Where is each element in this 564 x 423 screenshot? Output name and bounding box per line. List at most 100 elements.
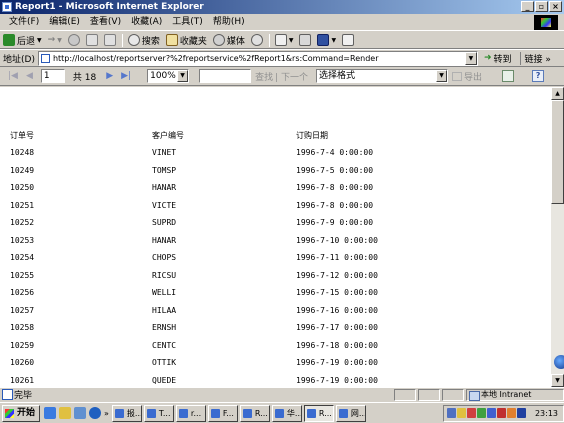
zoom-select[interactable]: 100% ▼ bbox=[147, 69, 190, 83]
search-label: 搜索 bbox=[141, 36, 160, 47]
help-icon[interactable]: ? bbox=[532, 70, 545, 82]
customer-id-cell: HANAR bbox=[152, 183, 177, 192]
network-tray-icon[interactable] bbox=[446, 408, 456, 418]
mail-button[interactable]: ▼ bbox=[274, 34, 293, 46]
forward-button[interactable]: → ▼ bbox=[48, 35, 62, 45]
export-format-select[interactable]: 选择格式 ▼ bbox=[316, 69, 449, 83]
minimize-button[interactable]: _ bbox=[521, 1, 534, 12]
refresh-button[interactable] bbox=[85, 34, 98, 46]
menu-view[interactable]: 查看(V) bbox=[85, 15, 126, 30]
word-icon bbox=[317, 34, 330, 46]
print-button[interactable] bbox=[299, 34, 312, 46]
home-button[interactable] bbox=[103, 34, 116, 46]
taskbar: 开始 » 报... T... r... F... R... 华... R... … bbox=[0, 402, 564, 423]
tray-icon[interactable] bbox=[506, 408, 516, 418]
links-button[interactable]: 链接 » bbox=[519, 51, 551, 65]
close-button[interactable]: × bbox=[549, 1, 562, 12]
forward-dropdown-icon[interactable]: ▼ bbox=[57, 37, 62, 44]
address-label: 地址(D) bbox=[3, 54, 35, 65]
address-input[interactable]: http://localhost/reportserver?%2freports… bbox=[37, 50, 478, 66]
order-id-cell: 10261 bbox=[10, 375, 35, 385]
input-method-icon[interactable] bbox=[516, 408, 526, 418]
header-order-id: 订单号 bbox=[10, 131, 34, 140]
taskbar-button[interactable]: 报... bbox=[111, 404, 142, 422]
taskbar-button[interactable]: 网... bbox=[335, 404, 366, 422]
format-dropdown-icon[interactable]: ▼ bbox=[436, 70, 448, 82]
maximize-button[interactable]: ▫ bbox=[535, 1, 548, 12]
menu-favorites[interactable]: 收藏(A) bbox=[126, 15, 167, 30]
order-date-cell: 1996-7-4 0:00:00 bbox=[296, 148, 374, 157]
status-segment bbox=[418, 388, 440, 401]
quicklaunch-more[interactable]: » bbox=[104, 409, 109, 418]
vertical-scrollbar[interactable]: ▲ ▼ bbox=[551, 87, 564, 387]
scroll-up-icon[interactable]: ▲ bbox=[551, 87, 564, 100]
tray-icon[interactable] bbox=[486, 408, 496, 418]
discuss-button[interactable] bbox=[342, 34, 355, 46]
outlook-quicklaunch-icon[interactable] bbox=[59, 407, 72, 419]
format-select-value: 选择格式 bbox=[319, 71, 356, 81]
taskbar-button[interactable]: T... bbox=[143, 404, 174, 422]
next-page-icon[interactable]: ▶ bbox=[106, 71, 113, 81]
last-page-icon[interactable]: ▶| bbox=[121, 71, 131, 81]
menu-edit[interactable]: 编辑(E) bbox=[44, 15, 85, 30]
order-id-cell: 10253 bbox=[10, 235, 35, 245]
menu-bar: 文件(F) 编辑(E) 查看(V) 收藏(A) 工具(T) 帮助(H) bbox=[0, 14, 564, 31]
clock: 23:13 bbox=[534, 408, 558, 418]
back-button[interactable]: 后退 ▼ bbox=[3, 34, 42, 47]
order-id-cell: 10258 bbox=[10, 323, 35, 332]
find-link[interactable]: 查找 bbox=[255, 70, 273, 83]
tray-icon[interactable] bbox=[456, 408, 466, 418]
security-zone: 本地 Intranet bbox=[466, 388, 564, 401]
favorites-button[interactable]: 收藏夹 bbox=[165, 34, 207, 47]
window-controls: _ ▫ × bbox=[521, 1, 562, 12]
start-button[interactable]: 开始 bbox=[2, 404, 41, 422]
tray-icon[interactable] bbox=[476, 408, 486, 418]
go-button[interactable]: ➜ 转到 bbox=[484, 52, 512, 65]
customer-id-cell: RICSU bbox=[152, 270, 177, 280]
menu-file[interactable]: 文件(F) bbox=[4, 15, 44, 30]
tray-icon[interactable] bbox=[496, 408, 506, 418]
address-bar: 地址(D) http://localhost/reportserver?%2fr… bbox=[0, 49, 564, 67]
address-dropdown-icon[interactable]: ▼ bbox=[464, 51, 477, 65]
customer-id-cell: HANAR bbox=[152, 235, 177, 245]
word-button[interactable]: ▼ bbox=[317, 34, 336, 46]
taskbar-button[interactable]: r... bbox=[175, 404, 206, 422]
history-button[interactable] bbox=[250, 34, 263, 46]
export-icon bbox=[452, 71, 463, 81]
ie-quicklaunch-icon[interactable] bbox=[44, 407, 57, 419]
stop-button[interactable] bbox=[67, 34, 80, 46]
refresh-report-icon[interactable] bbox=[502, 70, 515, 82]
order-id-cell: 10259 bbox=[10, 340, 35, 350]
tray-icon[interactable] bbox=[466, 408, 476, 418]
zoom-dropdown-icon[interactable]: ▼ bbox=[177, 70, 189, 82]
media-quicklaunch-icon[interactable] bbox=[89, 407, 102, 419]
first-page-icon[interactable]: |◀ bbox=[8, 71, 18, 81]
find-input[interactable] bbox=[199, 69, 252, 83]
taskbar-button[interactable]: R... bbox=[239, 404, 270, 422]
desktop-quicklaunch-icon[interactable] bbox=[74, 407, 87, 419]
export-label: 导出 bbox=[464, 72, 483, 83]
window-title: Report1 - Microsoft Internet Explorer bbox=[15, 2, 204, 12]
taskbar-button[interactable]: 华... bbox=[271, 404, 302, 422]
page-number-input[interactable]: 1 bbox=[40, 69, 65, 83]
search-icon bbox=[127, 34, 140, 46]
order-id-cell: 10260 bbox=[10, 358, 35, 367]
taskbar-button[interactable]: F... bbox=[207, 404, 238, 422]
previous-page-icon[interactable]: ◀ bbox=[26, 71, 33, 81]
search-button[interactable]: 搜索 bbox=[127, 34, 160, 47]
scroll-down-icon[interactable]: ▼ bbox=[551, 374, 564, 387]
find-next-link[interactable]: | 下一个 bbox=[275, 70, 308, 83]
media-button[interactable]: 媒体 bbox=[212, 34, 245, 47]
menu-help[interactable]: 帮助(H) bbox=[208, 15, 250, 30]
order-date-cell: 1996-7-11 0:00:00 bbox=[296, 253, 378, 262]
back-label: 后退 bbox=[17, 36, 36, 47]
customer-id-cell: VINET bbox=[152, 148, 177, 157]
export-link[interactable]: 导出 bbox=[452, 70, 482, 83]
order-date-cell: 1996-7-19 0:00:00 bbox=[296, 375, 378, 385]
header-customer-id: 客户编号 bbox=[152, 131, 184, 140]
scrollbar-thumb[interactable] bbox=[551, 100, 564, 204]
globe-icon bbox=[554, 355, 564, 369]
menu-tools[interactable]: 工具(T) bbox=[167, 15, 208, 30]
back-dropdown-icon[interactable]: ▼ bbox=[37, 37, 42, 44]
taskbar-button-active[interactable]: R... bbox=[303, 404, 334, 422]
